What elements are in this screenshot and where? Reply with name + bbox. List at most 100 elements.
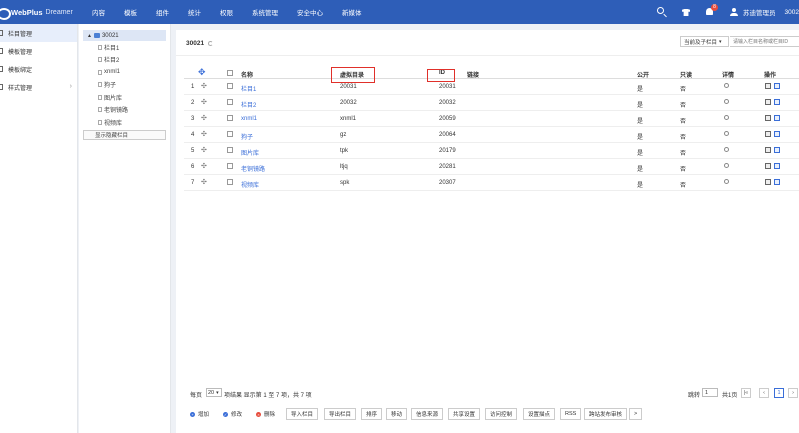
row-name-link[interactable]: 狗子 bbox=[241, 132, 253, 141]
scope-select[interactable]: 当前及子栏目 ▾ bbox=[680, 36, 729, 47]
preview-icon[interactable] bbox=[774, 99, 780, 105]
detail-icon[interactable] bbox=[724, 131, 729, 136]
detail-icon[interactable] bbox=[724, 99, 729, 104]
cross-site-publish-review-button[interactable]: 跨站发布审核 bbox=[584, 408, 628, 420]
preview-icon[interactable] bbox=[774, 115, 780, 121]
row-name-link[interactable]: xnml1 bbox=[241, 116, 257, 122]
nav-permission[interactable]: 权限 bbox=[220, 7, 233, 17]
sidebar-item-template-management[interactable]: 模板管理 bbox=[0, 42, 77, 60]
nav-security[interactable]: 安全中心 bbox=[297, 7, 323, 17]
nav-statistics[interactable]: 统计 bbox=[188, 7, 201, 17]
preview-icon[interactable] bbox=[774, 147, 780, 153]
edit-icon[interactable] bbox=[765, 99, 771, 105]
tree-node[interactable]: xnml1 bbox=[79, 66, 170, 79]
tree-node[interactable]: 栏目2 bbox=[79, 54, 170, 67]
drag-handle-icon[interactable]: ✣ bbox=[201, 82, 207, 90]
detail-icon[interactable] bbox=[724, 147, 729, 152]
edit-icon[interactable] bbox=[765, 131, 771, 137]
tree-root[interactable]: ▲ 30021 bbox=[83, 30, 166, 41]
prev-page-button[interactable]: ‹ bbox=[759, 388, 769, 398]
next-page-button[interactable]: › bbox=[788, 388, 798, 398]
row-checkbox[interactable] bbox=[227, 147, 233, 153]
set-anchor-button[interactable]: 设置描点 bbox=[523, 408, 556, 420]
move-button[interactable]: 移动 bbox=[386, 408, 408, 420]
edit-button[interactable]: ✓ 修改 bbox=[219, 408, 247, 420]
row-checkbox[interactable] bbox=[227, 131, 233, 137]
sidebar-item-column-management[interactable]: 栏目管理 bbox=[0, 24, 77, 42]
preview-icon[interactable] bbox=[774, 131, 780, 137]
table-row[interactable]: 7 ✣ 视频库 spk 20307 是 否 bbox=[184, 175, 799, 191]
detail-icon[interactable] bbox=[724, 115, 729, 120]
nav-new-media[interactable]: 新媒体 bbox=[342, 7, 362, 17]
drag-handle-icon[interactable]: ✣ bbox=[201, 146, 207, 154]
select-all-checkbox[interactable] bbox=[227, 70, 233, 76]
detail-icon[interactable] bbox=[724, 179, 729, 184]
sort-button[interactable]: 排序 bbox=[361, 408, 383, 420]
row-checkbox[interactable] bbox=[227, 83, 233, 89]
tree-node[interactable]: 栏目1 bbox=[79, 41, 170, 54]
row-name-link[interactable]: 老铜镜路 bbox=[241, 164, 265, 173]
row-name-link[interactable]: 视频库 bbox=[241, 180, 259, 189]
table-row[interactable]: 3 ✣ xnml1 xnml1 20059 是 否 bbox=[184, 111, 799, 127]
access-control-button[interactable]: 访问控制 bbox=[485, 408, 518, 420]
row-name-link[interactable]: 图片库 bbox=[241, 148, 259, 157]
sidebar-item-style-management[interactable]: 样式管理 › bbox=[0, 78, 77, 96]
row-checkbox[interactable] bbox=[227, 179, 233, 185]
drag-handle-icon[interactable]: ✣ bbox=[201, 114, 207, 122]
nav-template[interactable]: 模板 bbox=[124, 7, 137, 17]
import-columns-button[interactable]: 导入栏目 bbox=[286, 408, 319, 420]
tree-node[interactable]: 老铜镜路 bbox=[79, 104, 170, 117]
more-button[interactable]: > bbox=[629, 408, 643, 420]
row-name-link[interactable]: 栏目1 bbox=[241, 84, 256, 93]
site-id[interactable]: 3002 bbox=[785, 9, 799, 16]
row-checkbox[interactable] bbox=[227, 99, 233, 105]
column-header-public[interactable]: 公开 bbox=[637, 70, 649, 79]
brand[interactable]: WebPlus Dreamer bbox=[0, 0, 73, 24]
per-page-select[interactable]: 20 ▾ bbox=[206, 388, 222, 397]
preview-icon[interactable] bbox=[774, 83, 780, 89]
row-checkbox[interactable] bbox=[227, 163, 233, 169]
preview-icon[interactable] bbox=[774, 179, 780, 185]
table-row[interactable]: 1 ✣ 栏目1 20031 20031 是 否 bbox=[184, 79, 799, 95]
preview-icon[interactable] bbox=[774, 163, 780, 169]
table-row[interactable]: 5 ✣ 图片库 tpk 20179 是 否 bbox=[184, 143, 799, 159]
edit-icon[interactable] bbox=[765, 163, 771, 169]
tree-node[interactable]: 视频库 bbox=[79, 116, 170, 129]
first-page-button[interactable]: |« bbox=[741, 388, 751, 398]
nav-component[interactable]: 组件 bbox=[156, 7, 169, 17]
refresh-icon[interactable] bbox=[208, 41, 214, 46]
table-row[interactable]: 2 ✣ 栏目2 20032 20032 是 否 bbox=[184, 95, 799, 111]
detail-icon[interactable] bbox=[724, 83, 729, 88]
edit-icon[interactable] bbox=[765, 83, 771, 89]
user-name[interactable]: 苏迪管理员 bbox=[743, 7, 776, 17]
search-icon[interactable] bbox=[657, 7, 667, 17]
column-header-name[interactable]: 名称 bbox=[241, 70, 253, 79]
show-hidden-columns-button[interactable]: 显示隐藏栏目 bbox=[83, 129, 166, 140]
info-source-button[interactable]: 信息来源 bbox=[411, 408, 444, 420]
collapse-icon[interactable]: ▲ bbox=[87, 33, 92, 39]
column-header-link[interactable]: 链接 bbox=[467, 70, 479, 79]
nav-content[interactable]: 内容 bbox=[92, 7, 105, 17]
table-row[interactable]: 6 ✣ 老铜镜路 ltjq 20281 是 否 bbox=[184, 159, 799, 175]
detail-icon[interactable] bbox=[724, 163, 729, 168]
column-search-input[interactable] bbox=[730, 36, 799, 47]
user-icon[interactable] bbox=[729, 7, 739, 17]
skin-icon[interactable] bbox=[681, 7, 691, 17]
edit-icon[interactable] bbox=[765, 179, 771, 185]
drag-handle-icon[interactable]: ✣ bbox=[201, 162, 207, 170]
table-row[interactable]: 4 ✣ 狗子 gz 20064 是 否 bbox=[184, 127, 799, 143]
nav-system[interactable]: 系统管理 bbox=[252, 7, 278, 17]
jump-page-input[interactable]: 1 bbox=[702, 388, 718, 397]
add-button[interactable]: + 增加 bbox=[186, 408, 214, 420]
drag-handle-icon[interactable]: ✣ bbox=[201, 98, 207, 106]
share-settings-button[interactable]: 共享设置 bbox=[448, 408, 481, 420]
edit-icon[interactable] bbox=[765, 147, 771, 153]
sidebar-item-template-binding[interactable]: 模板绑定 bbox=[0, 60, 77, 78]
drag-handle-icon[interactable]: ✣ bbox=[201, 178, 207, 186]
edit-icon[interactable] bbox=[765, 115, 771, 121]
drag-handle-icon[interactable]: ✣ bbox=[201, 130, 207, 138]
rss-button[interactable]: RSS bbox=[560, 408, 582, 420]
export-columns-button[interactable]: 导出栏目 bbox=[324, 408, 357, 420]
delete-button[interactable]: × 删除 bbox=[252, 408, 280, 420]
tree-node[interactable]: 图片库 bbox=[79, 91, 170, 104]
